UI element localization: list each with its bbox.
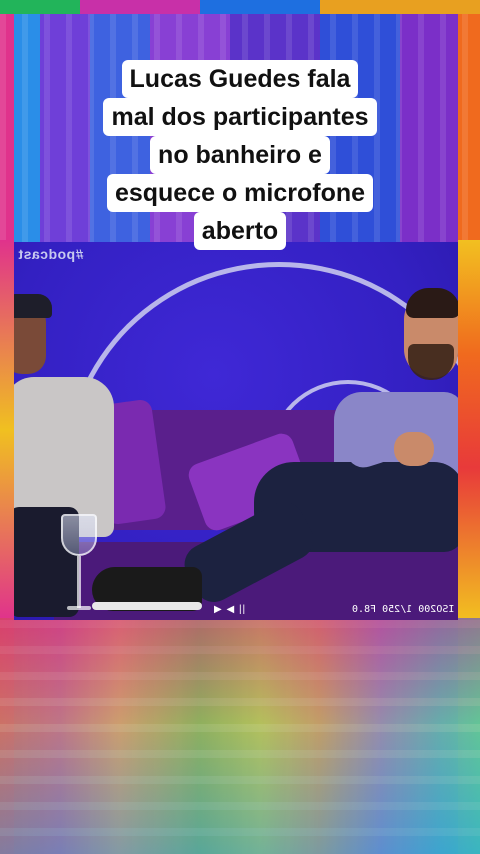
glass-stem	[77, 556, 81, 608]
camera-controls-overlay: ▶ ◀ ||	[214, 604, 247, 615]
camera-settings-readout: ISO200 1/250 F8.0	[351, 604, 454, 615]
video-frame[interactable]: #podcast ▶ ◀ || ISO200 1/250 F8.0	[14, 242, 458, 620]
caption-line: esquece o microfone	[106, 174, 374, 212]
left-glitch-edge	[0, 240, 14, 620]
shoe-sole	[92, 602, 202, 610]
caption-overlay: Lucas Guedes fala mal dos participantes …	[0, 60, 480, 250]
caption-box: Lucas Guedes fala mal dos participantes …	[103, 60, 377, 250]
caption-line: mal dos participantes	[103, 98, 377, 136]
right-person-hand	[394, 432, 434, 466]
glass-bowl	[61, 514, 97, 556]
caption-line: Lucas Guedes fala	[121, 60, 359, 98]
wine-glass	[61, 514, 97, 614]
bottom-glitch-overlay	[0, 618, 480, 854]
left-person-cap	[14, 294, 52, 318]
caption-line: no banheiro e	[150, 136, 330, 174]
glass-foot	[67, 606, 91, 610]
caption-line: aberto	[193, 212, 287, 250]
right-person-hair	[406, 288, 458, 318]
top-color-band	[0, 0, 480, 14]
right-glitch-edge	[458, 240, 480, 620]
